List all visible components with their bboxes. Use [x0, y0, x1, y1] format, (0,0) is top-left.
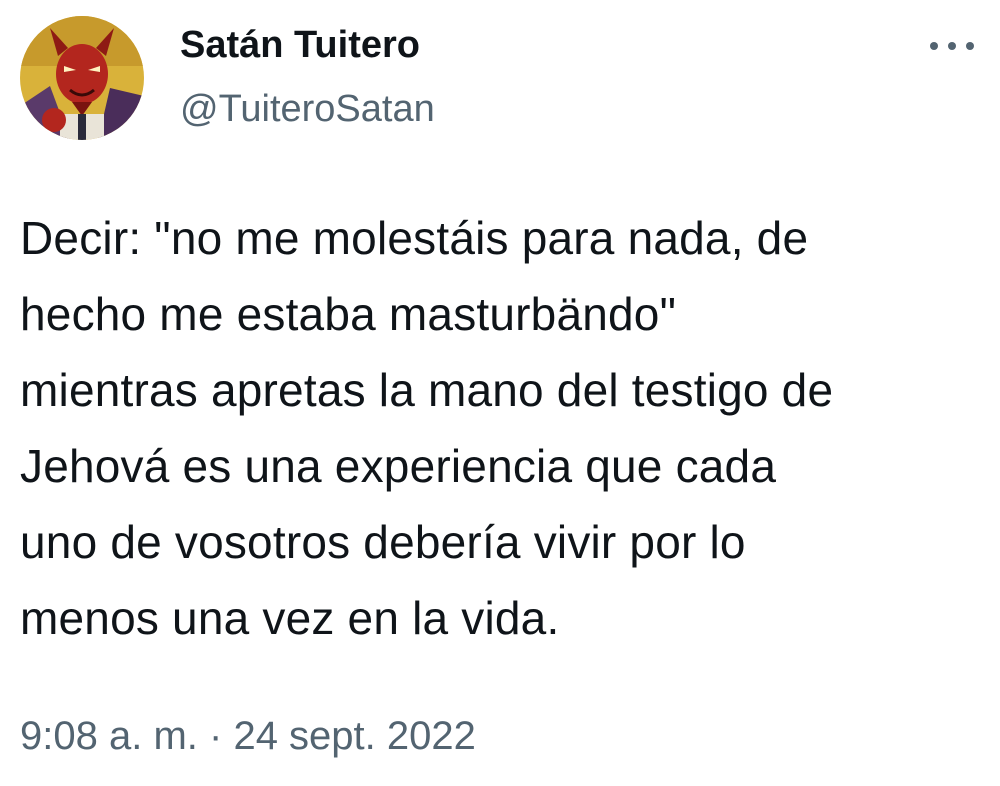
tweet-text: Decir: "no me molestáis para nada, de he…	[20, 212, 834, 644]
display-name[interactable]: Satán Tuitero	[180, 22, 435, 68]
tweet-meta: 9:08 a. m. · 24 sept. 2022	[20, 708, 476, 764]
tweet-time[interactable]: 9:08 a. m.	[20, 714, 198, 758]
more-options-button[interactable]	[924, 26, 980, 66]
meta-separator: ·	[209, 714, 223, 758]
handle[interactable]: @TuiteroSatan	[180, 86, 435, 132]
tweet-header: Satán Tuitero @TuiteroSatan	[20, 8, 980, 140]
more-options-icon	[930, 42, 974, 50]
tweet: Satán Tuitero @TuiteroSatan Decir: "no m…	[0, 0, 1000, 786]
avatar[interactable]	[20, 16, 144, 140]
devil-avatar-icon	[20, 16, 144, 140]
tweet-date[interactable]: 24 sept. 2022	[233, 714, 475, 758]
author-names: Satán Tuitero @TuiteroSatan	[180, 22, 435, 132]
